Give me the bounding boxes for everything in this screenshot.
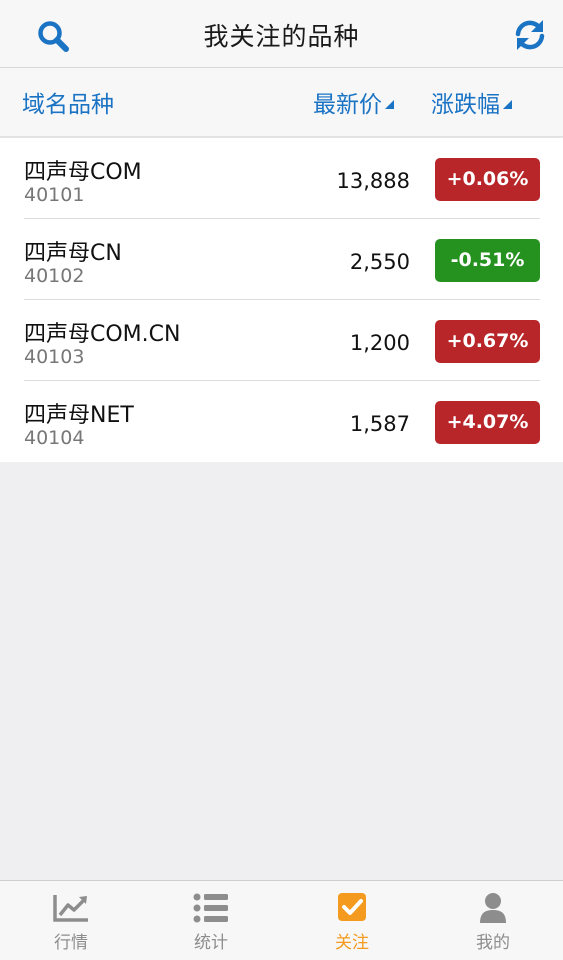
- user-icon: [474, 892, 512, 924]
- change-badge: +0.06%: [435, 158, 540, 201]
- list-item[interactable]: 四声母COM 40101 13,888 +0.06%: [0, 138, 563, 219]
- item-code: 40104: [24, 427, 85, 449]
- tab-statistics[interactable]: 统计: [141, 881, 281, 960]
- item-name: 四声母COM: [24, 160, 142, 185]
- list-item[interactable]: 四声母CN 40102 2,550 -0.51%: [0, 219, 563, 300]
- item-price: 1,587: [349, 412, 410, 436]
- sort-triangle-icon: [503, 100, 512, 109]
- tab-market[interactable]: 行情: [1, 881, 141, 960]
- item-price: 2,550: [349, 250, 410, 274]
- tab-label: 统计: [194, 933, 228, 953]
- screen: 我关注的品种 域名品种 最新价 涨跌幅 四声母COM 40101 13,888 …: [0, 0, 563, 960]
- tab-watchlist[interactable]: 关注: [282, 881, 422, 960]
- column-name-label: 域名品种: [22, 92, 114, 118]
- item-code: 40101: [24, 184, 85, 206]
- column-price-header[interactable]: 最新价: [313, 85, 394, 119]
- tab-label: 关注: [335, 933, 369, 953]
- tab-profile[interactable]: 我的: [423, 881, 563, 960]
- list-item[interactable]: 四声母NET 40104 1,587 +4.07%: [0, 381, 563, 462]
- page-title: 我关注的品种: [203, 22, 360, 51]
- checkbox-icon: [333, 892, 371, 924]
- line-chart-icon: [52, 892, 90, 924]
- sort-triangle-icon: [385, 100, 394, 109]
- refresh-icon[interactable]: [512, 18, 548, 52]
- change-badge: -0.51%: [435, 239, 540, 282]
- bottom-tab-bar: 行情 统计 关注 我的: [0, 880, 563, 960]
- tab-label: 我的: [476, 933, 510, 953]
- list-icon: [192, 892, 230, 924]
- column-name-header: 域名品种: [22, 85, 114, 119]
- change-badge: +0.67%: [435, 320, 540, 363]
- tab-label: 行情: [54, 933, 88, 953]
- column-change-header[interactable]: 涨跌幅: [431, 85, 512, 119]
- column-change-label: 涨跌幅: [431, 92, 500, 118]
- item-code: 40102: [24, 265, 85, 287]
- watchlist: 四声母COM 40101 13,888 +0.06% 四声母CN 40102 2…: [0, 138, 563, 462]
- item-name: 四声母CN: [24, 241, 122, 266]
- item-price: 1,200: [349, 331, 410, 355]
- item-code: 40103: [24, 346, 85, 368]
- column-price-label: 最新价: [313, 92, 382, 118]
- change-badge: +4.07%: [435, 401, 540, 444]
- item-name: 四声母NET: [24, 403, 134, 428]
- column-header: 域名品种 最新价 涨跌幅: [0, 68, 563, 137]
- top-bar: 我关注的品种: [0, 0, 563, 68]
- list-item[interactable]: 四声母COM.CN 40103 1,200 +0.67%: [0, 300, 563, 381]
- item-price: 13,888: [336, 169, 410, 193]
- item-name: 四声母COM.CN: [24, 322, 181, 347]
